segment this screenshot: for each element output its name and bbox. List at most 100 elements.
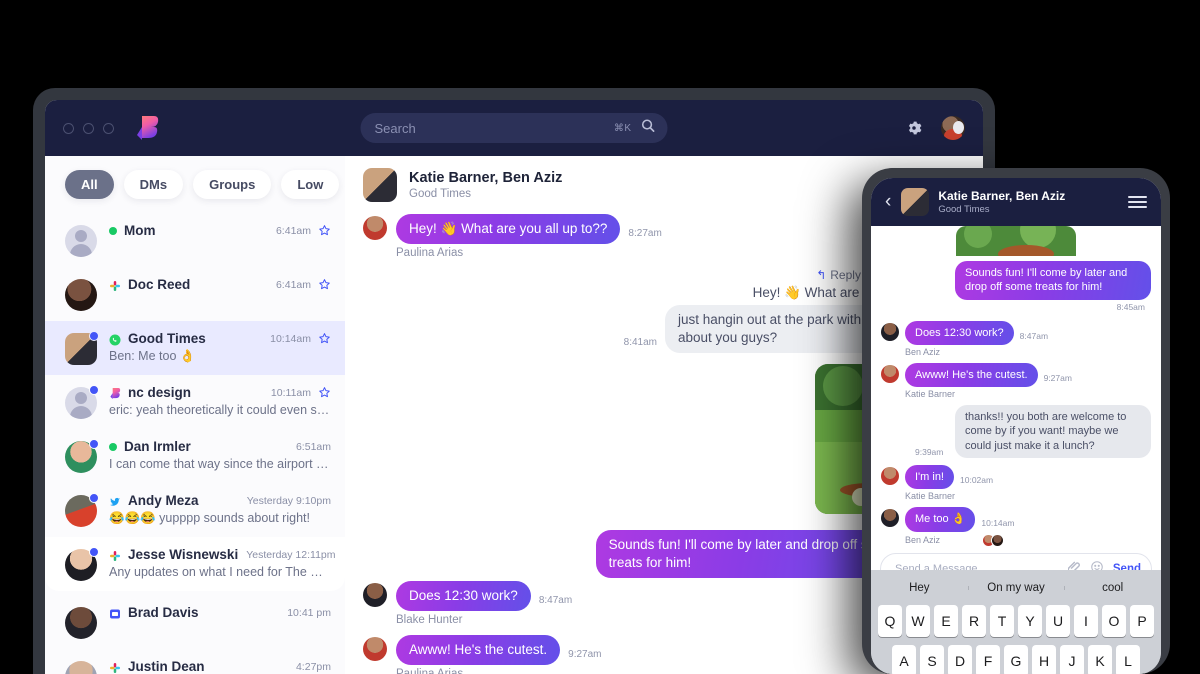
user-avatar[interactable]: [941, 116, 965, 140]
avatar: [65, 493, 99, 527]
conversation-time: 10:11am: [270, 386, 311, 399]
key-q[interactable]: Q: [878, 605, 902, 637]
avatar: [65, 225, 97, 257]
conversation-item-andy-meza[interactable]: Andy Meza Yesterday 9:10pm 😂😂😂 yupppp so…: [45, 483, 345, 537]
key-s[interactable]: S: [920, 645, 944, 674]
search-icon[interactable]: [641, 118, 656, 138]
key-j[interactable]: J: [1060, 645, 1084, 674]
conversation-name: Andy Meza: [128, 493, 199, 508]
search-input[interactable]: Search: [375, 121, 614, 136]
key-w[interactable]: W: [906, 605, 930, 637]
hamburger-menu-icon[interactable]: [1128, 196, 1147, 208]
key-g[interactable]: G: [1004, 645, 1028, 674]
avatar: [65, 661, 97, 674]
key-i[interactable]: I: [1074, 605, 1098, 637]
slack-icon: [109, 279, 121, 291]
prediction-2[interactable]: On my way: [967, 582, 1065, 594]
key-h[interactable]: H: [1032, 645, 1056, 674]
prediction-3[interactable]: cool: [1064, 582, 1161, 594]
conversation-time: 6:41am: [275, 224, 311, 237]
desktop-app-window: Search ⌘K All DMs Groups Low Mom 6:41am …: [45, 100, 983, 674]
key-k[interactable]: K: [1088, 645, 1112, 674]
mobile-message-row: Does 12:30 work? 8:47am: [881, 320, 1151, 345]
key-p[interactable]: P: [1130, 605, 1154, 637]
virtual-keyboard: Hey On my way cool Q W E R T Y U I O P A…: [871, 570, 1161, 674]
key-e[interactable]: E: [934, 605, 958, 637]
avatar: [881, 467, 899, 486]
phone-device-frame: ‹ Katie Barner, Ben Aziz Good Times Soun…: [862, 168, 1170, 674]
avatar: [881, 322, 899, 341]
conversation-name: Doc Reed: [128, 277, 191, 292]
message-time: 8:27am: [628, 227, 662, 239]
minimize-icon[interactable]: [83, 122, 94, 134]
key-o[interactable]: O: [1102, 605, 1126, 637]
message-bubble[interactable]: I'm in!: [905, 465, 954, 490]
conversation-item-doc-reed[interactable]: Doc Reed 6:41am: [45, 267, 345, 321]
keyboard-row-1: Q W E R T Y U I O P: [871, 601, 1161, 641]
conversation-time: 6:41am: [275, 278, 311, 291]
keyboard-row-2: A S D F G H J K L: [871, 641, 1161, 674]
avatar: [363, 582, 387, 607]
avatar: [65, 385, 99, 419]
conversation-time: Yesterday 12:11pm: [246, 548, 336, 561]
message-bubble[interactable]: Does 12:30 work?: [905, 320, 1014, 345]
conversation-item-dan-irmler[interactable]: Dan Irmler 6:51am I can come that way si…: [45, 429, 345, 483]
conversation-item-jesse-wisnewski[interactable]: Jesse Wisnewski Yesterday 12:11pm Any up…: [45, 537, 345, 591]
gear-icon[interactable]: [904, 118, 924, 138]
unread-badge: [89, 547, 99, 557]
conversation-item-brad-davis[interactable]: Brad Davis 10:41 pm: [45, 591, 345, 649]
conversation-preview: Ben: Me too 👌: [109, 349, 196, 363]
back-chevron-icon[interactable]: ‹: [885, 191, 891, 213]
message-bubble[interactable]: Hey! 👋 What are you all up to??: [396, 214, 621, 244]
screenshot-stage: Search ⌘K All DMs Groups Low Mom 6:41am …: [0, 0, 1200, 674]
maximize-icon[interactable]: [103, 122, 114, 134]
message-bubble[interactable]: Awww! He's the cutest.: [396, 634, 561, 665]
message-bubble[interactable]: Me too 👌: [905, 507, 976, 532]
star-icon[interactable]: [318, 278, 331, 291]
mobile-message-row: I'm in! 10:02am: [881, 465, 1151, 490]
conversation-item-justin-dean[interactable]: Justin Dean 4:27pm: [45, 649, 345, 674]
star-icon[interactable]: [318, 224, 331, 237]
conversation-name: Jesse Wisnewski: [128, 547, 239, 562]
message-bubble[interactable]: Does 12:30 work?: [396, 580, 531, 611]
conversation-item-nc-design[interactable]: nc design 10:11am eric: yeah theoretical…: [45, 375, 345, 429]
mobile-message-row: Sounds fun! I'll come by later and drop …: [881, 261, 1151, 300]
message-reactions[interactable]: [982, 533, 1005, 547]
mobile-message-time-row: 8:45am: [881, 302, 1151, 316]
key-u[interactable]: U: [1046, 605, 1070, 637]
prediction-1[interactable]: Hey: [871, 582, 968, 594]
conversation-preview: eric: yeah theoretically it could even s…: [109, 403, 331, 417]
message-time: 8:41am: [623, 336, 657, 348]
avatar: [65, 439, 99, 473]
key-r[interactable]: R: [962, 605, 986, 637]
filter-chip-all[interactable]: All: [65, 170, 114, 199]
search-bar[interactable]: Search ⌘K: [360, 113, 668, 143]
dog-photo-partial[interactable]: [956, 226, 1076, 256]
conversation-time: 4:27pm: [295, 660, 331, 673]
close-icon[interactable]: [63, 122, 74, 134]
conversation-name: Good Times: [128, 331, 206, 346]
key-y[interactable]: Y: [1018, 605, 1042, 637]
conversation-item-good-times[interactable]: Good Times 10:14am Ben: Me too 👌: [45, 321, 345, 375]
filter-chip-low[interactable]: Low: [281, 170, 340, 199]
window-traffic-lights[interactable]: [63, 122, 114, 134]
star-icon[interactable]: [318, 332, 331, 345]
conversation-name: nc design: [128, 385, 192, 400]
mobile-chat-title: Katie Barner, Ben Aziz: [938, 189, 1066, 203]
prediction-bar: Hey On my way cool: [871, 575, 1161, 601]
star-icon[interactable]: [318, 386, 331, 399]
avatar: [65, 607, 97, 639]
key-f[interactable]: F: [976, 645, 1000, 674]
key-a[interactable]: A: [892, 645, 916, 674]
avatar: [363, 636, 387, 661]
key-d[interactable]: D: [948, 645, 972, 674]
conversation-item-mom[interactable]: Mom 6:41am: [45, 213, 345, 267]
key-t[interactable]: T: [990, 605, 1014, 637]
message-bubble[interactable]: Sounds fun! I'll come by later and drop …: [955, 261, 1151, 300]
message-bubble[interactable]: Awww! He's the cutest.: [905, 362, 1038, 388]
filter-chip-dms[interactable]: DMs: [123, 170, 184, 199]
reply-arrow-icon: ↰: [816, 267, 827, 282]
message-bubble[interactable]: thanks!! you both are welcome to come by…: [955, 405, 1151, 459]
key-l[interactable]: L: [1116, 645, 1140, 674]
filter-chip-groups[interactable]: Groups: [193, 170, 272, 199]
